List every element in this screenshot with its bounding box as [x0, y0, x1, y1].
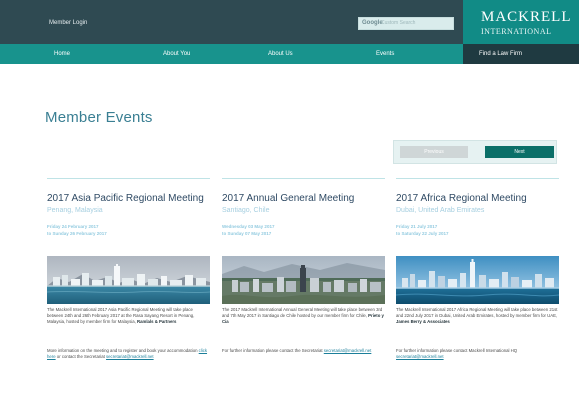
event-title[interactable]: 2017 Annual General Meeting — [222, 193, 392, 204]
event-photo — [222, 256, 385, 304]
event-more-info: More information on the meeting and to r… — [47, 348, 210, 360]
event-location: Santiago, Chile — [222, 207, 270, 214]
main-nav: Home About You About Us Events Find a La… — [0, 44, 579, 64]
event-description-text: The Mackrell International 2017 Africa R… — [396, 307, 558, 318]
more-info-text-2: or contact the Secretariat — [55, 353, 107, 359]
event-more-info: For further information please contact M… — [396, 348, 559, 360]
event-date-start: Wednesday 03 May 2017 — [222, 224, 275, 229]
search-brand-label: Google — [362, 20, 383, 26]
secretariat-email-link[interactable]: secretariat@mackrell.net — [324, 348, 372, 353]
more-info-text: For further information please contact M… — [396, 348, 518, 353]
more-info-text: For further information please contact t… — [222, 348, 324, 353]
event-more-info: For further information please contact t… — [222, 348, 385, 354]
event-photo — [396, 256, 559, 304]
event-photo — [47, 256, 210, 304]
event-title[interactable]: 2017 Asia Pacific Regional Meeting — [47, 193, 217, 204]
event-description-text: The 2017 Mackrell International Annual G… — [222, 307, 383, 318]
event-date-end: to Saturday 22 July 2017 — [396, 230, 449, 236]
more-info-text: More information on the meeting and to r… — [47, 348, 199, 353]
member-login-link[interactable]: Member Login — [49, 20, 87, 26]
divider — [47, 178, 210, 179]
event-host-firm: James Berry & Associates — [396, 318, 450, 324]
next-button[interactable]: Next — [485, 146, 554, 158]
secretariat-email-link[interactable]: secretariat@mackrell.net — [396, 354, 444, 359]
nav-about-you[interactable]: About You — [163, 44, 190, 64]
event-dates: Friday 21 July 2017 to Saturday 22 July … — [396, 224, 449, 237]
top-bar: Member Login Google Custom Search MACKRE… — [0, 0, 579, 44]
site-logo[interactable]: MACKRELL INTERNATIONAL — [463, 0, 579, 44]
event-date-start: Friday 24 February 2017 — [47, 224, 99, 229]
event-description: The Mackrell International 2017 Africa R… — [396, 307, 559, 324]
nav-find-a-law-firm[interactable]: Find a Law Firm — [463, 44, 579, 64]
event-dates: Wednesday 03 May 2017 to Sunday 07 May 2… — [222, 224, 274, 237]
event-description: The 2017 Mackrell International Annual G… — [222, 307, 385, 324]
nav-home[interactable]: Home — [54, 44, 70, 64]
event-date-end: to Sunday 26 February 2017 — [47, 230, 107, 236]
divider — [222, 178, 385, 179]
event-host-firm: Ramlals & Partners — [137, 318, 177, 324]
previous-button[interactable]: Previous — [400, 146, 468, 158]
event-location: Penang, Malaysia — [47, 207, 103, 214]
page-title: Member Events — [45, 109, 153, 126]
divider — [396, 178, 559, 179]
logo-subtitle: INTERNATIONAL — [481, 27, 552, 36]
event-location: Dubai, United Arab Emirates — [396, 207, 485, 214]
search-input[interactable]: Google Custom Search — [358, 17, 454, 30]
logo-wordmark: MACKRELL — [481, 9, 572, 25]
pager: Previous Next — [393, 140, 557, 164]
page: Member Login Google Custom Search MACKRE… — [0, 0, 579, 403]
event-description: The Mackrell International 2017 Asia Pac… — [47, 307, 210, 324]
search-placeholder: Custom Search — [381, 20, 416, 26]
secretariat-email-link[interactable]: secretariat@mackrell.net — [106, 354, 154, 359]
nav-about-us[interactable]: About Us — [268, 44, 293, 64]
nav-events[interactable]: Events — [376, 44, 394, 64]
event-title[interactable]: 2017 Africa Regional Meeting — [396, 193, 566, 204]
event-dates: Friday 24 February 2017 to Sunday 26 Feb… — [47, 224, 107, 237]
event-date-end: to Sunday 07 May 2017 — [222, 230, 272, 236]
